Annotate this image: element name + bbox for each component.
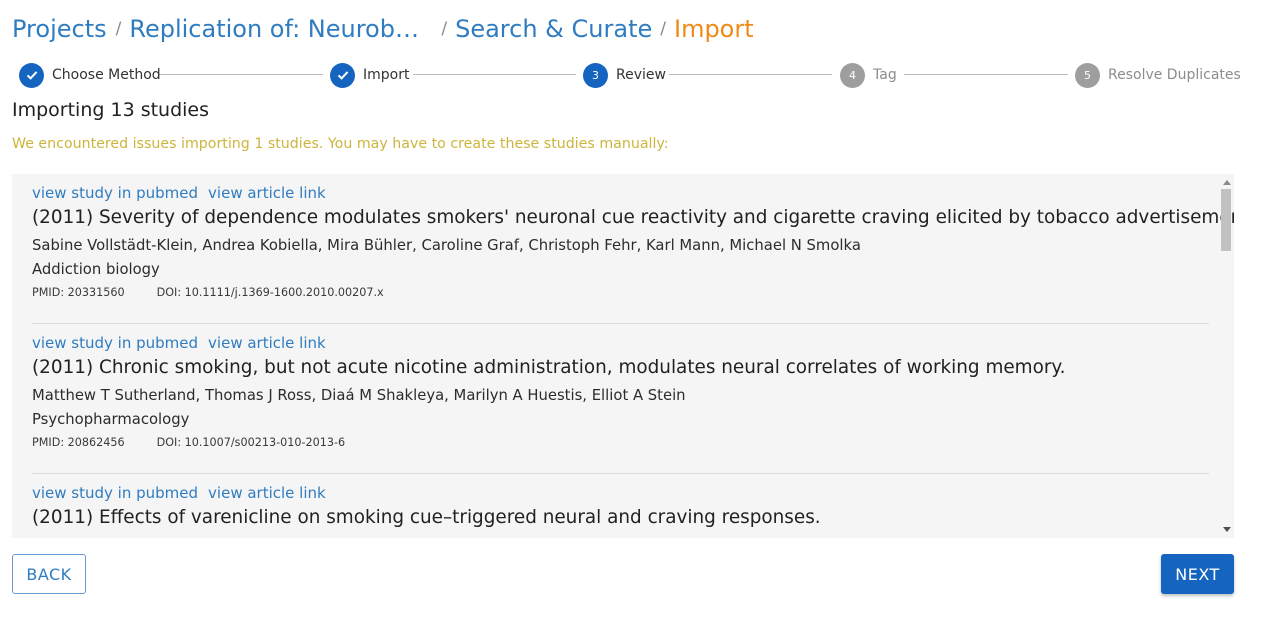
- study-list-scrollbar[interactable]: [1219, 174, 1234, 538]
- study-pmid: PMID: 20862456: [32, 436, 125, 449]
- stepper-connector: [413, 74, 576, 75]
- step-resolve-duplicates: 5 Resolve Duplicates: [1075, 62, 1241, 88]
- step-number: 5: [1075, 62, 1100, 88]
- step-choose-method: Choose Method: [19, 62, 161, 88]
- view-article-link[interactable]: view article link: [208, 484, 326, 502]
- step-label: Review: [616, 67, 666, 83]
- scrollbar-thumb[interactable]: [1221, 189, 1231, 251]
- study-journal: Psychopharmacology: [32, 411, 190, 428]
- breadcrumb: Projects / Replication of: Neurobiolo...…: [12, 12, 754, 46]
- study-title: (2011) Chronic smoking, but not acute ni…: [32, 357, 1066, 378]
- scroll-down-arrow-icon[interactable]: [1223, 527, 1231, 532]
- study-authors: Sabine Vollstädt-Klein, Andrea Kobiella,…: [32, 237, 861, 254]
- page-title: Importing 13 studies: [12, 99, 210, 121]
- scroll-up-arrow-icon[interactable]: [1223, 180, 1231, 185]
- view-in-pubmed-link[interactable]: view study in pubmed: [32, 334, 198, 352]
- step-label: Resolve Duplicates: [1108, 67, 1241, 83]
- study-authors: Matthew T Sutherland, Thomas J Ross, Dia…: [32, 387, 686, 404]
- next-button[interactable]: NEXT: [1161, 554, 1234, 594]
- breadcrumb-projects-link[interactable]: Projects: [12, 15, 107, 43]
- study-identifiers: PMID: 20331560 DOI: 10.1111/j.1369-1600.2…: [32, 286, 384, 299]
- study-list: view study in pubmed view article link (2…: [12, 174, 1234, 538]
- study-doi: DOI: 10.1007/s00213-010-2013-6: [156, 436, 346, 449]
- view-article-link[interactable]: view article link: [208, 184, 326, 202]
- import-warning-message: We encountered issues importing 1 studie…: [12, 136, 669, 152]
- breadcrumb-current-page: Import: [673, 15, 754, 43]
- step-number: 4: [840, 62, 865, 88]
- step-label: Import: [363, 67, 410, 83]
- list-item: view study in pubmed view article link (2…: [32, 324, 1209, 474]
- check-icon: [19, 62, 44, 88]
- list-item: view study in pubmed view article link (2…: [32, 474, 1209, 538]
- study-title: (2011) Effects of varenicline on smoking…: [32, 507, 821, 528]
- list-item: view study in pubmed view article link (2…: [32, 174, 1234, 324]
- study-links: view study in pubmed view article link: [32, 334, 326, 352]
- view-in-pubmed-link[interactable]: view study in pubmed: [32, 484, 198, 502]
- step-number: 3: [583, 62, 608, 88]
- study-links: view study in pubmed view article link: [32, 184, 326, 202]
- step-label: Choose Method: [52, 67, 161, 83]
- step-review: 3 Review: [583, 62, 666, 88]
- study-identifiers: PMID: 20862456 DOI: 10.1007/s00213-010-20…: [32, 436, 345, 449]
- stepper-connector: [159, 74, 323, 75]
- study-pmid: PMID: 20331560: [32, 286, 125, 299]
- check-icon: [330, 62, 355, 88]
- back-button[interactable]: BACK: [12, 554, 86, 594]
- study-title: (2011) Severity of dependence modulates …: [32, 207, 1234, 228]
- breadcrumb-search-curate-link[interactable]: Search & Curate: [455, 15, 652, 43]
- study-journal: Addiction biology: [32, 261, 160, 278]
- breadcrumb-separator: /: [441, 19, 448, 39]
- study-links: view study in pubmed view article link: [32, 484, 326, 502]
- stepper-connector: [669, 74, 832, 75]
- import-stepper: Choose Method Import 3 Review 4 Tag 5 Re…: [19, 62, 1241, 88]
- breadcrumb-separator: /: [660, 19, 666, 39]
- stepper-connector: [904, 74, 1068, 75]
- view-in-pubmed-link[interactable]: view study in pubmed: [32, 184, 198, 202]
- step-import: Import: [330, 62, 409, 88]
- step-tag: 4 Tag: [840, 62, 897, 88]
- study-doi: DOI: 10.1111/j.1369-1600.2010.00207.x: [156, 286, 384, 299]
- breadcrumb-project-link[interactable]: Replication of: Neurobiolo...: [129, 15, 421, 43]
- breadcrumb-separator: /: [115, 19, 122, 39]
- view-article-link[interactable]: view article link: [208, 334, 326, 352]
- step-label: Tag: [873, 67, 897, 83]
